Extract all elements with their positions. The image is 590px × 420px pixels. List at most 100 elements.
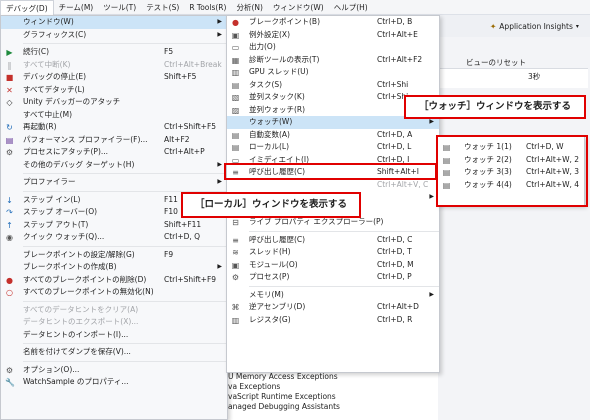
shortcut-text: Ctrl+Shift+F5	[164, 122, 217, 131]
menu-item-19[interactable]: ◉ クイック ウォッチ(Q)... Ctrl+D, Q	[1, 231, 227, 244]
menu-item-18[interactable]: ≡ 呼び出し履歴(C) Ctrl+D, C	[227, 234, 439, 247]
stop-icon: ■	[5, 73, 14, 82]
menu-item-9[interactable]: ▤ 自動変数(A) Ctrl+D, A	[227, 129, 439, 142]
list-item[interactable]: va Exceptions	[228, 382, 438, 392]
menu-item-label: デバッグの停止(E)	[23, 72, 87, 81]
shortcut-text: Ctrl+Alt+F2	[377, 54, 423, 64]
menu-debug[interactable]: デバッグ(D)	[0, 0, 54, 15]
wrench-icon: 🔧	[5, 378, 15, 387]
shortcut-text: F11	[164, 194, 178, 204]
shortcut-text: Ctrl+D, Q	[164, 232, 201, 241]
menu-item-4[interactable]: ‖ すべて中断(K) Ctrl+Alt+Break	[1, 59, 227, 72]
menu-item-7[interactable]: ◇ Unity デバッガーのアタッチ	[1, 96, 227, 109]
menu-item-27[interactable]: データヒントのエクスポート(X)...	[1, 316, 227, 329]
chevron-right-icon: ▶	[217, 18, 222, 25]
menu-item-3[interactable]: ▦ 診断ツールの表示(T) Ctrl+Alt+F2	[227, 54, 439, 67]
shortcut-text: F9	[164, 249, 174, 259]
menu-item-28[interactable]: データヒントのインポート(I)...	[1, 329, 227, 342]
callstack-icon: ≡	[232, 235, 239, 245]
menu-item-18[interactable]: ↑ ステップ アウト(T) Shift+F11	[1, 219, 227, 232]
menu-item-label: メモリ(M)	[249, 289, 284, 299]
menu-item-33[interactable]: 🔧 WatchSample のプロパティ...	[1, 376, 227, 389]
menu-item-4[interactable]: ▥ GPU スレッド(U)	[227, 66, 439, 79]
menu-item-19[interactable]: ≋ スレッド(H) Ctrl+D, T	[227, 246, 439, 259]
menu-analyze[interactable]: 分析(N)	[231, 0, 267, 15]
step-into-icon: ↓	[6, 195, 13, 205]
menu-item-label: すべてのブレークポイントの無効化(N)	[23, 287, 154, 296]
list-item[interactable]: anaged Debugging Assistants	[228, 402, 438, 412]
ide-toolbar: ✦ Application Insights ▾	[430, 15, 590, 37]
menu-item-0[interactable]: ウィンドウ(W) ▶	[1, 16, 227, 29]
menu-item-30[interactable]: 名前を付けてダンプを保存(V)...	[1, 346, 227, 359]
menu-item-23[interactable]: メモリ(M) ▶	[227, 289, 439, 302]
menu-item-label: すべてのデータヒントをクリア(A)	[23, 304, 139, 314]
menu-item-32[interactable]: ⚙ オプション(O)...	[1, 364, 227, 377]
menu-item-23[interactable]: ● すべてのブレークポイントの削除(D) Ctrl+Shift+F9	[1, 274, 227, 287]
chevron-right-icon: ▶	[217, 178, 222, 185]
app-insights-button[interactable]: Application Insights	[499, 22, 573, 31]
menu-item-label: ブレークポイントの設定/解除(G)	[23, 249, 135, 259]
shortcut-text: Ctrl+D, R	[377, 314, 413, 324]
menu-item-21[interactable]: ブレークポイントの設定/解除(G) F9	[1, 249, 227, 262]
shortcut-text: Ctrl+D, P	[377, 272, 412, 281]
menu-tools[interactable]: ツール(T)	[98, 0, 141, 15]
chevron-right-icon: ▶	[217, 263, 222, 270]
menu-item-6[interactable]: ✕ すべてデタッチ(L)	[1, 84, 227, 97]
menu-item-label: 呼び出し履歴(C)	[249, 234, 306, 244]
menu-item-5[interactable]: ▤ タスク(S) Ctrl+Shi	[227, 79, 439, 92]
menu-item-13[interactable]: Ctrl+Alt+V, C	[227, 179, 439, 192]
menu-item-2[interactable]: ▭ 出力(O)	[227, 41, 439, 54]
menu-item-1[interactable]: グラフィックス(C) ▶	[1, 29, 227, 42]
menu-separator	[23, 173, 227, 174]
menu-item-26[interactable]: すべてのデータヒントをクリア(A)	[1, 304, 227, 317]
menu-item-8[interactable]: すべて中止(M)	[1, 109, 227, 122]
locals-icon: ▤	[231, 143, 240, 152]
menu-item-14[interactable]: プロファイラー ▶	[1, 176, 227, 189]
menu-test[interactable]: テスト(S)	[141, 0, 184, 15]
list-item[interactable]: U Memory Access Exceptions	[228, 372, 438, 382]
menu-item-0[interactable]: ● ブレークポイント(B) Ctrl+D, B	[227, 16, 439, 29]
menu-item-11[interactable]: ⚙ プロセスにアタッチ(P)... Ctrl+Alt+P	[1, 146, 227, 159]
menu-item-5[interactable]: ■ デバッグの停止(E) Shift+F5	[1, 71, 227, 84]
menu-rtools[interactable]: R Tools(R)	[184, 0, 231, 15]
shortcut-text: Ctrl+Shift+F9	[164, 274, 217, 284]
menu-item-20[interactable]: ▣ モジュール(O) Ctrl+D, M	[227, 259, 439, 272]
menu-item-21[interactable]: ⚙ プロセス(P) Ctrl+D, P	[227, 271, 439, 284]
shortcut-text: Ctrl+Alt+V, C	[377, 179, 429, 189]
menu-item-label: データヒントのインポート(I)...	[23, 329, 129, 339]
menu-bar: デバッグ(D) チーム(M) ツール(T) テスト(S) R Tools(R) …	[0, 0, 590, 15]
menu-separator	[23, 360, 227, 362]
menu-item-label: すべて中断(K)	[23, 59, 71, 69]
menu-team[interactable]: チーム(M)	[54, 0, 99, 15]
tasks-icon: ▤	[231, 80, 240, 90]
parallel-stacks-icon: ▧	[231, 93, 240, 102]
menu-item-10[interactable]: ▤ ローカル(L) Ctrl+D, L	[227, 141, 439, 154]
menu-help[interactable]: ヘルプ(H)	[329, 0, 373, 15]
menu-item-1[interactable]: ▣ 例外設定(X) Ctrl+Alt+E	[227, 29, 439, 42]
play-icon: ▶	[6, 48, 13, 57]
disable-breakpoints-icon: ○	[6, 288, 13, 297]
menu-item-12[interactable]: その他のデバッグ ターゲット(H) ▶	[1, 159, 227, 172]
menu-window[interactable]: ウィンドウ(W)	[268, 0, 329, 15]
list-item[interactable]: vaScript Runtime Exceptions	[228, 392, 438, 402]
pause-icon: ‖	[7, 60, 12, 70]
menu-item-label: クイック ウォッチ(Q)...	[23, 232, 105, 241]
menu-item-10[interactable]: ▤ パフォーマンス プロファイラー(F)... Alt+F2	[1, 134, 227, 147]
menu-item-9[interactable]: ↻ 再起動(R) Ctrl+Shift+F5	[1, 121, 227, 134]
menu-item-24[interactable]: ○ すべてのブレークポイントの無効化(N)	[1, 286, 227, 299]
menu-item-label: 並列ウォッチ(R)	[249, 104, 306, 114]
close-icon: ✕	[6, 85, 13, 95]
menu-item-label: グラフィックス(C)	[23, 29, 87, 39]
menu-item-25[interactable]: ▥ レジスタ(G) Ctrl+D, R	[227, 314, 439, 327]
locals-row-highlight	[224, 163, 437, 180]
menu-item-22[interactable]: ブレークポイントの作成(B) ▶	[1, 261, 227, 274]
exception-settings-list: U Memory Access Exceptions va Exceptions…	[228, 372, 438, 420]
view-reset-link[interactable]: ビューのリセット	[466, 57, 526, 68]
menu-item-label: すべてのブレークポイントの削除(D)	[23, 274, 147, 284]
gpu-icon: ▥	[231, 68, 240, 77]
timeline-label: 3秒	[528, 72, 541, 81]
attach-icon: ⚙	[5, 148, 14, 157]
menu-item-24[interactable]: ⌘ 逆アセンブリ(D) Ctrl+Alt+D	[227, 301, 439, 314]
menu-item-label: ブレークポイントの作成(B)	[23, 262, 117, 271]
menu-item-3[interactable]: ▶ 続行(C) F5	[1, 46, 227, 59]
